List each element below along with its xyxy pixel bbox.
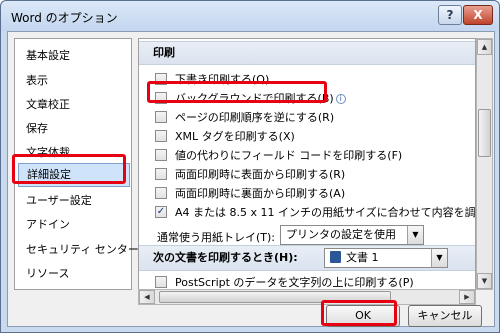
chevron-down-icon: ▼	[431, 249, 447, 267]
paper-tray-value: プリンタの設定を使用	[286, 228, 396, 241]
close-button[interactable]: X	[463, 5, 493, 25]
option-label: 値の代わりにフィールド コードを印刷する(F)	[175, 149, 403, 162]
highlight-ok	[321, 300, 397, 326]
chevron-down-icon: ▼	[407, 226, 423, 244]
nav-item-proofing[interactable]: 文章校正	[26, 96, 70, 112]
option-xml-tags[interactable]: XML タグを印刷する(X)	[155, 128, 295, 144]
option-label: A4 または 8.5 x 11 インチの用紙サイズに合わせて内容を調整する(A	[175, 206, 476, 219]
paper-tray-select[interactable]: プリンタの設定を使用 ▼	[280, 225, 424, 245]
nav-item-resources[interactable]: リソース	[26, 265, 69, 281]
highlight-advanced	[12, 154, 126, 184]
scroll-right-icon[interactable]: ▶	[459, 290, 475, 304]
nav-item-save[interactable]: 保存	[26, 120, 48, 136]
doc-select[interactable]: 文書 1 ▼	[324, 248, 448, 268]
postscript-checkbox[interactable]	[155, 276, 167, 288]
option-label: 両面印刷時に表面から印刷する(R)	[175, 168, 346, 181]
doc-section-heading: 次の文書を印刷するとき(H):	[153, 251, 298, 264]
paper-tray-label: 通常使う用紙トレイ(T):	[157, 231, 276, 244]
scroll-left-icon[interactable]: ◀	[139, 290, 155, 304]
nav-item-display[interactable]: 表示	[26, 72, 48, 88]
field-codes-checkbox[interactable]	[155, 149, 167, 161]
duplex-back-checkbox[interactable]	[155, 187, 167, 199]
nav-item-basic[interactable]: 基本設定	[26, 47, 70, 63]
highlight-background-print	[147, 81, 327, 103]
scroll-up-icon[interactable]: ▲	[477, 39, 492, 55]
nav-item-trust-center[interactable]: セキュリティ センター	[26, 241, 139, 257]
scale-paper-checkbox[interactable]: ✓	[155, 206, 167, 218]
scroll-down-icon[interactable]: ▼	[477, 273, 492, 289]
xml-tags-checkbox[interactable]	[155, 130, 167, 142]
option-label: 両面印刷時に裏面から印刷する(A)	[175, 187, 346, 200]
option-field-codes[interactable]: 値の代わりにフィールド コードを印刷する(F)	[155, 147, 402, 163]
vertical-scroll-thumb[interactable]	[478, 109, 491, 157]
option-scale-paper[interactable]: ✓ A4 または 8.5 x 11 インチの用紙サイズに合わせて内容を調整する(A	[155, 204, 476, 220]
reverse-order-checkbox[interactable]	[155, 111, 167, 123]
option-duplex-back[interactable]: 両面印刷時に裏面から印刷する(A)	[155, 185, 345, 201]
option-postscript[interactable]: PostScript のデータを文字列の上に印刷する(P)	[155, 274, 414, 289]
nav-item-addins[interactable]: アドイン	[26, 216, 70, 232]
option-reverse-order[interactable]: ページの印刷順序を逆にする(R)	[155, 109, 334, 125]
info-icon: i	[335, 94, 346, 104]
option-duplex-front[interactable]: 両面印刷時に表面から印刷する(R)	[155, 166, 345, 182]
print-section-heading: 印刷	[139, 41, 475, 65]
option-label: XML タグを印刷する(X)	[175, 130, 295, 143]
help-button[interactable]: ?	[438, 5, 462, 25]
window-title: Word のオプション	[11, 11, 118, 25]
horizontal-scrollbar[interactable]: ◀ ▶	[138, 289, 476, 305]
cancel-button[interactable]: キャンセル	[408, 305, 482, 327]
vertical-scrollbar[interactable]: ▲ ▼	[476, 38, 493, 290]
option-label: ページの印刷順序を逆にする(R)	[175, 111, 335, 124]
document-icon	[330, 251, 341, 263]
title-bar[interactable]: Word のオプション ? X	[1, 1, 499, 31]
doc-value: 文書 1	[346, 251, 379, 264]
duplex-front-checkbox[interactable]	[155, 168, 167, 180]
options-dialog: Word のオプション ? X 基本設定 表示 文章校正 保存 文字体裁 詳細設…	[0, 0, 500, 333]
options-panel: 印刷 下書き印刷する(Q) バックグラウンドで印刷する(B) i ページの印刷順序…	[138, 38, 476, 290]
option-label: PostScript のデータを文字列の上に印刷する(P)	[175, 276, 414, 289]
nav-item-customize[interactable]: ユーザー設定	[26, 192, 92, 208]
